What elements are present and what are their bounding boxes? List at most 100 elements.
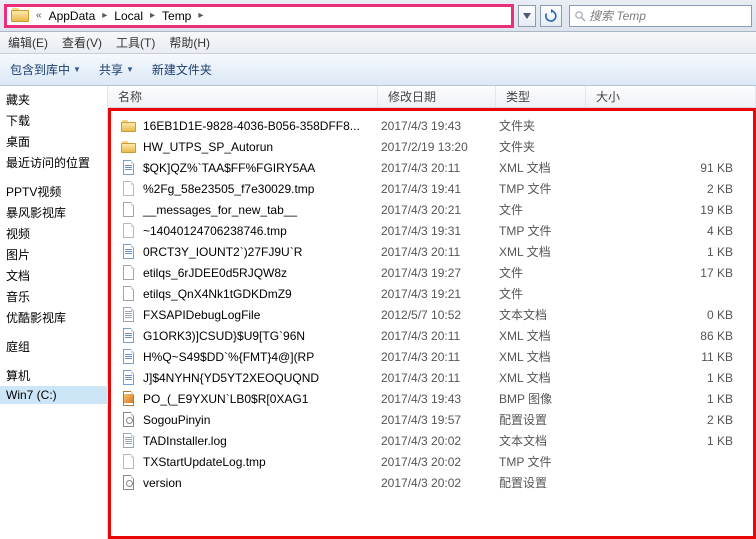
nav-item[interactable]: PPTV视频 (0, 181, 107, 202)
file-icon (121, 181, 137, 197)
file-icon (121, 223, 137, 239)
table-row[interactable]: G1ORK3)]CSUD}$U9[TG`96N 2017/4/3 20:11XML… (111, 325, 753, 346)
table-row[interactable]: %2Fg_58e23505_f7e30029.tmp2017/4/3 19:41… (111, 178, 753, 199)
file-date: 2017/4/3 20:11 (381, 245, 499, 259)
file-type: XML 文档 (499, 159, 589, 176)
nav-item[interactable]: 桌面 (0, 131, 107, 152)
file-name: HW_UTPS_SP_Autorun (143, 140, 273, 154)
toolbar-organize[interactable]: 包含到库中▼ (10, 61, 81, 78)
table-row[interactable]: J]$4NYHN{YD5YT2XEOQUQND2017/4/3 20:11XML… (111, 367, 753, 388)
crumb-temp[interactable]: Temp (156, 7, 197, 25)
file-date: 2017/4/3 20:02 (381, 476, 499, 490)
search-placeholder: 搜索 Temp (589, 7, 646, 24)
address-dropdown[interactable] (518, 5, 536, 27)
file-date: 2017/4/3 19:31 (381, 224, 499, 238)
nav-item[interactable]: 最近访问的位置 (0, 152, 107, 173)
file-name: SogouPinyin (143, 413, 210, 427)
file-name: 0RCT3Y_IOUNT2`)27FJ9U`R (143, 245, 302, 259)
file-list-highlighted: 16EB1D1E-9828-4036-B056-358DFF8... 2017/4… (108, 108, 756, 539)
file-date: 2017/4/3 20:02 (381, 455, 499, 469)
file-type: 文本文档 (499, 306, 589, 323)
table-row[interactable]: PO_(_E9YXUN`LB0$R[0XAG12017/4/3 19:43BMP… (111, 388, 753, 409)
table-row[interactable]: ~14040124706238746.tmp2017/4/3 19:31TMP … (111, 220, 753, 241)
toolbar-share[interactable]: 共享▼ (99, 61, 134, 78)
file-area: 名称 修改日期 类型 大小 16EB1D1E-9828-4036-B056-35… (108, 86, 756, 539)
col-size[interactable]: 大小 (586, 86, 756, 107)
file-name: G1ORK3)]CSUD}$U9[TG`96N (143, 329, 305, 343)
table-row[interactable]: TXStartUpdateLog.tmp2017/4/3 20:02TMP 文件 (111, 451, 753, 472)
table-row[interactable]: etilqs_6rJDEE0d5RJQW8z2017/4/3 19:27文件17… (111, 262, 753, 283)
file-icon (121, 475, 137, 491)
file-size: 19 KB (589, 203, 753, 217)
col-name[interactable]: 名称 (108, 86, 378, 107)
file-date: 2017/4/3 20:11 (381, 329, 499, 343)
file-type: XML 文档 (499, 243, 589, 260)
table-row[interactable]: 0RCT3Y_IOUNT2`)27FJ9U`R 2017/4/3 20:11XML… (111, 241, 753, 262)
folder-icon (121, 118, 137, 134)
nav-item[interactable]: 优酷影视库 (0, 307, 107, 328)
nav-item[interactable]: 音乐 (0, 286, 107, 307)
file-date: 2017/4/3 20:21 (381, 203, 499, 217)
table-row[interactable]: version2017/4/3 20:02配置设置 (111, 472, 753, 493)
menu-edit[interactable]: 编辑(E) (8, 34, 48, 51)
address-bar: « AppData ▸ Local ▸ Temp ▸ 搜索 Temp (0, 0, 756, 32)
search-box[interactable]: 搜索 Temp (569, 5, 752, 27)
breadcrumb-box-highlighted[interactable]: « AppData ▸ Local ▸ Temp ▸ (4, 4, 514, 28)
overflow-chevron[interactable]: « (35, 10, 43, 21)
file-type: 配置设置 (499, 411, 589, 428)
table-row[interactable]: H%Q~S49$DD`%{FMT}4@](RP2017/4/3 20:11XML… (111, 346, 753, 367)
file-size: 1 KB (589, 371, 753, 385)
file-date: 2017/4/3 20:02 (381, 434, 499, 448)
nav-item[interactable]: 算机 (0, 365, 107, 386)
file-type: 文件 (499, 201, 589, 218)
file-date: 2017/4/3 19:21 (381, 287, 499, 301)
file-name: H%Q~S49$DD`%{FMT}4@](RP (143, 350, 314, 364)
file-icon (121, 244, 137, 260)
chevron-right-icon: ▸ (101, 10, 108, 21)
col-date[interactable]: 修改日期 (378, 86, 496, 107)
file-type: 配置设置 (499, 474, 589, 491)
file-name: FXSAPIDebugLogFile (143, 308, 260, 322)
refresh-button[interactable] (540, 5, 562, 27)
table-row[interactable]: $QK]QZ%`TAA$FF%FGIRY5AA2017/4/3 20:11XML… (111, 157, 753, 178)
col-type[interactable]: 类型 (496, 86, 586, 107)
table-row[interactable]: TADInstaller.log2017/4/3 20:02文本文档1 KB (111, 430, 753, 451)
menu-help[interactable]: 帮助(H) (169, 34, 210, 51)
file-size: 91 KB (589, 161, 753, 175)
file-icon (121, 328, 137, 344)
file-type: XML 文档 (499, 327, 589, 344)
folder-icon (11, 7, 31, 25)
nav-item[interactable]: 下载 (0, 110, 107, 131)
file-date: 2017/4/3 20:11 (381, 371, 499, 385)
menu-view[interactable]: 查看(V) (62, 34, 102, 51)
nav-item[interactable]: Win7 (C:) (0, 386, 107, 404)
nav-item[interactable]: 图片 (0, 244, 107, 265)
file-icon (121, 160, 137, 176)
file-type: 文件 (499, 285, 589, 302)
nav-item[interactable]: 视频 (0, 223, 107, 244)
menu-tools[interactable]: 工具(T) (116, 34, 155, 51)
nav-item[interactable]: 暴风影视库 (0, 202, 107, 223)
table-row[interactable]: etilqs_QnX4Nk1tGDKDmZ92017/4/3 19:21文件 (111, 283, 753, 304)
file-name: 16EB1D1E-9828-4036-B056-358DFF8... (143, 119, 360, 133)
table-row[interactable]: 16EB1D1E-9828-4036-B056-358DFF8... 2017/4… (111, 115, 753, 136)
file-size: 86 KB (589, 329, 753, 343)
toolbar-newfolder[interactable]: 新建文件夹 (152, 61, 212, 78)
table-row[interactable]: FXSAPIDebugLogFile2012/5/7 10:52文本文档0 KB (111, 304, 753, 325)
table-row[interactable]: __messages_for_new_tab__2017/4/3 20:21文件… (111, 199, 753, 220)
file-icon (121, 454, 137, 470)
crumb-local[interactable]: Local (108, 7, 149, 25)
table-row[interactable]: SogouPinyin2017/4/3 19:57配置设置2 KB (111, 409, 753, 430)
file-size: 11 KB (589, 350, 753, 364)
file-name: J]$4NYHN{YD5YT2XEOQUQND (143, 371, 319, 385)
table-row[interactable]: HW_UTPS_SP_Autorun2017/2/19 13:20文件夹 (111, 136, 753, 157)
toolbar: 包含到库中▼ 共享▼ 新建文件夹 (0, 54, 756, 86)
file-icon (121, 307, 137, 323)
file-type: 文件夹 (499, 138, 589, 155)
chevron-right-icon: ▸ (149, 10, 156, 21)
crumb-appdata[interactable]: AppData (43, 7, 102, 25)
file-date: 2017/4/3 19:43 (381, 119, 499, 133)
nav-item[interactable]: 藏夹 (0, 89, 107, 110)
nav-item[interactable]: 文档 (0, 265, 107, 286)
nav-item[interactable]: 庭组 (0, 336, 107, 357)
